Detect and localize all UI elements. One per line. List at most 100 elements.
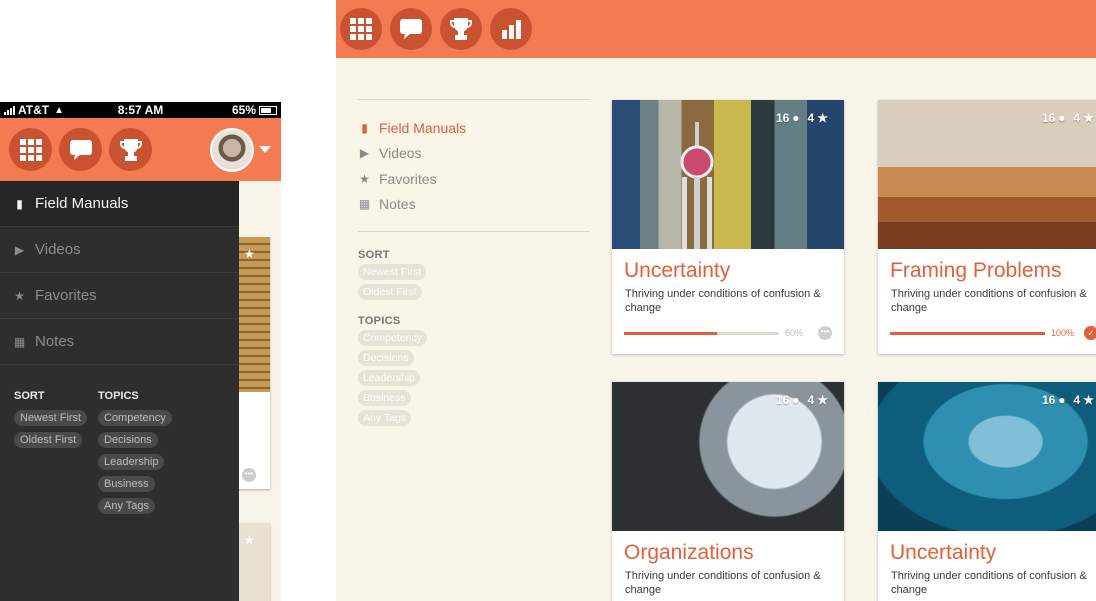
comment-icon: ● <box>1058 111 1066 125</box>
card-image: 16 ● 4 ★ <box>878 382 1096 531</box>
topics-heading: TOPICS <box>98 390 139 402</box>
card-description: Thriving under conditions of confusion &… <box>625 570 821 597</box>
phone-header <box>0 118 281 181</box>
star-count: 4 <box>1073 111 1081 125</box>
sidebar: ▮ Field Manuals ▶ Videos ★ Favorites ▦ N… <box>358 99 590 430</box>
sidebar-item-favorites[interactable]: ★ Favorites <box>358 166 590 192</box>
manual-card[interactable]: 16 ● 4 ★ Uncertainty Thriving under cond… <box>878 382 1096 601</box>
sort-heading: SORT <box>14 390 45 402</box>
card-description: Thriving under conditions of confusion &… <box>891 288 1087 315</box>
battery-icon <box>259 105 277 115</box>
chat-button[interactable] <box>390 8 432 50</box>
manual-card[interactable]: 16 ● 4 ★ Uncertainty Thriving under cond… <box>612 100 844 354</box>
star-icon: ★ <box>1083 111 1094 125</box>
star-icon: ★ <box>244 533 255 547</box>
topic-business[interactable]: Business <box>98 476 155 492</box>
chat-button[interactable] <box>59 128 102 171</box>
chevron-down-icon[interactable] <box>259 146 271 153</box>
drawer-item-label: Field Manuals <box>35 195 129 212</box>
star-count: 4 <box>1073 393 1081 407</box>
topic-competency[interactable]: Competency <box>358 330 427 346</box>
drawer-item-field-manuals[interactable]: ▮ Field Manuals <box>0 181 239 227</box>
sidebar-item-videos[interactable]: ▶ Videos <box>358 141 590 167</box>
progress-label: 60% <box>785 328 804 338</box>
topic-any-tags[interactable]: Any Tags <box>358 410 411 426</box>
comment-count: 16 <box>775 111 790 125</box>
drawer-filters: SORT Newest First Oldest First TOPICS Co… <box>0 365 239 518</box>
star-count: 4 <box>807 393 815 407</box>
star-icon: ★ <box>244 247 255 261</box>
status-bar: AT&T ▲ 8:57 AM 65% <box>0 102 281 118</box>
topics-section: TOPICS Competency Decisions Leadership B… <box>98 390 182 518</box>
status-time: 8:57 AM <box>117 103 164 117</box>
drawer-item-videos[interactable]: ▶ Videos <box>0 227 239 273</box>
card-title: Uncertainty <box>890 541 997 564</box>
topic-any-tags[interactable]: Any Tags <box>98 498 156 514</box>
trophy-icon <box>119 138 142 161</box>
trophy-icon <box>450 18 472 40</box>
sidebar-item-field-manuals[interactable]: ▮ Field Manuals <box>358 115 590 141</box>
comment-count: 16 <box>775 393 790 407</box>
progress-row: 60% ••• <box>624 326 832 340</box>
drawer-item-label: Favorites <box>35 287 97 304</box>
comment-icon: ● <box>792 393 800 407</box>
sidebar-item-label: Notes <box>379 196 416 213</box>
progress-row: 100% ✓ <box>890 326 1096 340</box>
progress-label: 100% <box>1051 328 1075 338</box>
sort-oldest-first[interactable]: Oldest First <box>358 284 422 300</box>
card-title: Organizations <box>624 541 754 564</box>
tower-illustration <box>680 122 714 249</box>
topic-competency[interactable]: Competency <box>98 410 172 426</box>
more-icon[interactable]: ••• <box>818 326 832 340</box>
sort-heading: SORT <box>358 249 390 261</box>
content-peek: ★ ••• ★ <box>236 237 270 601</box>
comment-icon: ● <box>792 111 800 125</box>
grid-icon <box>19 138 42 161</box>
card-description: Thriving under conditions of confusion &… <box>625 288 821 315</box>
chat-icon <box>69 139 92 160</box>
topic-decisions[interactable]: Decisions <box>358 350 414 366</box>
document-icon: ▮ <box>16 196 23 211</box>
sort-newest-first[interactable]: Newest First <box>14 410 88 426</box>
manual-card[interactable]: 16 ● 4 ★ Organizations Thriving under co… <box>612 382 844 601</box>
drawer-item-label: Notes <box>35 333 75 350</box>
grid-menu-button[interactable] <box>9 128 52 171</box>
sidebar-item-notes[interactable]: ▦ Notes <box>358 192 590 218</box>
nav-drawer: ▮ Field Manuals ▶ Videos ★ Favorites ▦ N… <box>0 181 239 601</box>
sort-newest-first[interactable]: Newest First <box>358 264 427 280</box>
manual-card[interactable]: 16 ● 4 ★ Framing Problems Thriving under… <box>878 100 1096 354</box>
card-image: 16 ● 4 ★ <box>612 100 844 249</box>
topic-business[interactable]: Business <box>358 390 411 406</box>
card-image: 16 ● 4 ★ <box>612 382 844 531</box>
star-icon: ★ <box>1083 393 1094 407</box>
topics-section: TOPICS Competency Decisions Leadership B… <box>358 315 590 426</box>
drawer-item-label: Videos <box>35 241 81 258</box>
stats-button[interactable] <box>490 8 532 50</box>
star-count: 4 <box>807 111 815 125</box>
peek-card: ★ <box>236 523 270 601</box>
user-avatar[interactable] <box>210 128 254 172</box>
card-description: Thriving under conditions of confusion &… <box>891 570 1087 597</box>
sidebar-item-label: Field Manuals <box>379 119 467 136</box>
peek-card: ★ ••• <box>236 237 270 489</box>
calendar-icon: ▦ <box>358 197 371 212</box>
top-bar <box>336 0 1096 58</box>
drawer-item-favorites[interactable]: ★ Favorites <box>0 273 239 319</box>
progress-bar <box>890 331 1045 335</box>
trophy-button[interactable] <box>440 8 482 50</box>
topic-decisions[interactable]: Decisions <box>98 432 158 448</box>
trophy-button[interactable] <box>109 128 152 171</box>
check-icon: ✓ <box>1084 326 1096 340</box>
topic-leadership[interactable]: Leadership <box>98 454 165 470</box>
grid-menu-button[interactable] <box>340 8 382 50</box>
chat-icon <box>400 19 422 39</box>
topic-leadership[interactable]: Leadership <box>358 370 420 386</box>
drawer-item-notes[interactable]: ▦ Notes <box>0 319 239 365</box>
card-image: 16 ● 4 ★ <box>878 100 1096 249</box>
calendar-icon: ▦ <box>13 334 26 349</box>
video-icon: ▶ <box>359 146 370 161</box>
desktop-mockup: ▮ Field Manuals ▶ Videos ★ Favorites ▦ N… <box>336 0 1096 601</box>
sort-oldest-first[interactable]: Oldest First <box>14 432 83 448</box>
sidebar-item-label: Favorites <box>379 170 437 187</box>
sidebar-item-label: Videos <box>379 145 422 162</box>
